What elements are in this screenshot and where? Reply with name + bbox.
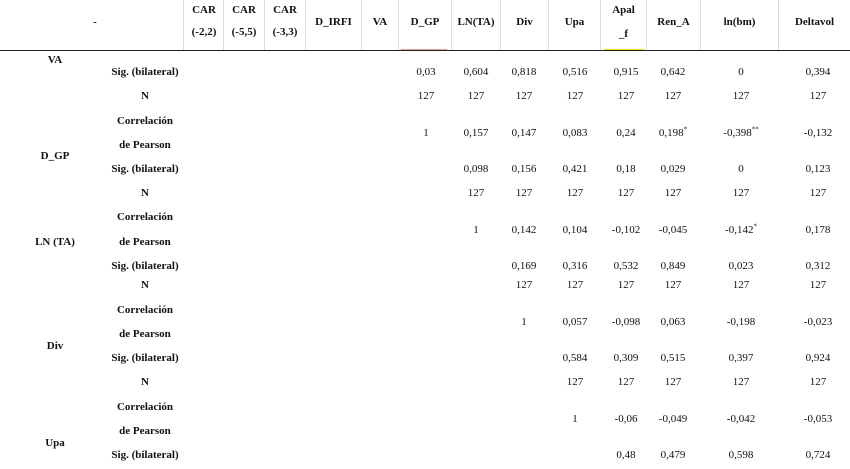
stat-label-corr-2: de Pearson: [119, 425, 171, 437]
cell-dgp-sig-ln-bm: 0: [738, 163, 744, 175]
cell-div-corr-ln-bm: -0,198: [726, 316, 756, 328]
stat-label-sig: Sig. (bilateral): [111, 66, 179, 78]
cell-va-sig-ln-bm: 0: [738, 66, 744, 78]
col-header-car-5-5-window: (-5,5): [231, 26, 257, 38]
section-label-va: VA: [47, 54, 63, 66]
stat-label-corr: Correlación: [116, 115, 173, 127]
cell-lnta-n-ren-a: 127: [664, 279, 682, 291]
stat-label-corr: Correlación: [116, 211, 173, 223]
col-header-d-gp: D_GP: [410, 16, 440, 28]
cell-div-n-deltavol: 127: [809, 376, 827, 388]
section-label-div: Div: [46, 340, 64, 352]
cell-lnta-corr-deltavol: 0,178: [805, 224, 831, 236]
cell-upa-sig-ln-bm: 0,598: [728, 449, 754, 461]
cell-div-sig-ln-bm: 0,397: [728, 352, 754, 364]
cell-div-sig-ren-a: 0,515: [660, 352, 686, 364]
col-header-deltavol: Deltavol: [794, 16, 835, 28]
stat-label-n: N: [141, 90, 149, 102]
cell-div-corr-ren-a: 0,063: [660, 316, 686, 328]
cell-upa-sig-ren-a: 0,479: [660, 449, 686, 461]
cell-div-n-ln-bm: 127: [732, 376, 750, 388]
col-header-apal-suffix: _f: [618, 28, 629, 40]
cell-upa-corr-deltavol: -0,053: [803, 413, 833, 425]
stat-label-corr-2: de Pearson: [119, 236, 171, 248]
cell-upa-corr-ren-a: -0,049: [658, 413, 688, 425]
stat-label-sig: Sig. (bilateral): [111, 352, 179, 364]
col-header-div: Div: [516, 16, 533, 28]
cell-dgp-n-deltavol: 127: [809, 187, 827, 199]
cell-dgp-n-ln-bm: 127: [732, 187, 750, 199]
cell-div-sig-deltavol: 0,924: [805, 352, 831, 364]
cell-lnta-corr-ln-bm: -0,142*: [725, 222, 757, 236]
cell-dgp-corr-ln-bm: -0,398**: [723, 125, 759, 139]
cell-dgp-sig-deltavol: 0,123: [805, 163, 831, 175]
cell-upa-corr-ln-bm: -0,042: [726, 413, 756, 425]
cell-va-sig-deltavol: 0,394: [805, 66, 831, 78]
col-header-car-5-5: CAR: [232, 4, 256, 16]
cell-lnta-sig-ln-bm: 0,023: [728, 260, 754, 272]
significance-mark: **: [751, 125, 759, 134]
col-header-ln-ta: LN(TA): [457, 16, 495, 28]
stat-label-corr: Correlación: [116, 401, 173, 413]
col-header-va: VA: [372, 16, 388, 28]
cell-lnta-sig-deltavol: 0,312: [805, 260, 831, 272]
cell-dgp-corr-deltavol: -0,132: [803, 127, 833, 139]
cell-va-n-ln-bm: 127: [732, 90, 750, 102]
stat-label-corr-2: de Pearson: [119, 328, 171, 340]
stat-label-n: N: [141, 279, 149, 291]
col-header-car-2-2: CAR: [192, 4, 216, 16]
stat-label-sig: Sig. (bilateral): [111, 260, 179, 272]
col-header-upa: Upa: [564, 16, 585, 28]
stat-label-n: N: [141, 376, 149, 388]
cell-dgp-corr-ren-a: 0,198*: [658, 125, 688, 139]
stat-label-corr: Correlación: [116, 304, 173, 316]
cell-lnta-n-ln-bm: 127: [732, 279, 750, 291]
section-label-d-gp: D_GP: [40, 150, 70, 162]
cell-div-corr-deltavol: -0,023: [803, 316, 833, 328]
cell-lnta-corr-ren-a: -0,045: [658, 224, 688, 236]
cell-lnta-sig-ren-a: 0,849: [660, 260, 686, 272]
col-header-car-3-3: CAR: [273, 4, 297, 16]
col-header-car-2-2-window: (-2,2): [191, 26, 217, 38]
stat-label-n: N: [141, 187, 149, 199]
significance-mark: *: [753, 222, 757, 231]
header-corner: -: [93, 16, 97, 28]
stat-label-corr-2: de Pearson: [119, 139, 171, 151]
significance-mark: *: [683, 125, 688, 134]
header-rule: [0, 50, 850, 51]
col-header-car-3-3-window: (-3,3): [272, 26, 298, 38]
cell-va-sig-ren-a: 0,642: [660, 66, 686, 78]
col-header-ln-bm: ln(bm): [723, 16, 756, 28]
col-header-apal: Apal: [612, 4, 635, 16]
cell-div-n-ren-a: 127: [664, 376, 682, 388]
section-label-ln-ta: LN (TA): [35, 236, 75, 248]
cell-lnta-n-deltavol: 127: [809, 279, 827, 291]
section-label-upa: Upa: [45, 437, 65, 449]
cell-dgp-n-ren-a: 127: [664, 187, 682, 199]
cell-va-n-deltavol: 127: [809, 90, 827, 102]
cell-va-n-ren-a: 127: [664, 90, 682, 102]
stat-label-sig: Sig. (bilateral): [111, 163, 179, 175]
col-header-ren-a: Ren_A: [657, 16, 690, 28]
cell-upa-sig-deltavol: 0,724: [805, 449, 831, 461]
cell-dgp-sig-ren-a: 0,029: [660, 163, 686, 175]
stat-label-sig: Sig. (bilateral): [111, 449, 179, 461]
col-header-d-irfi: D_IRFI: [315, 16, 352, 28]
